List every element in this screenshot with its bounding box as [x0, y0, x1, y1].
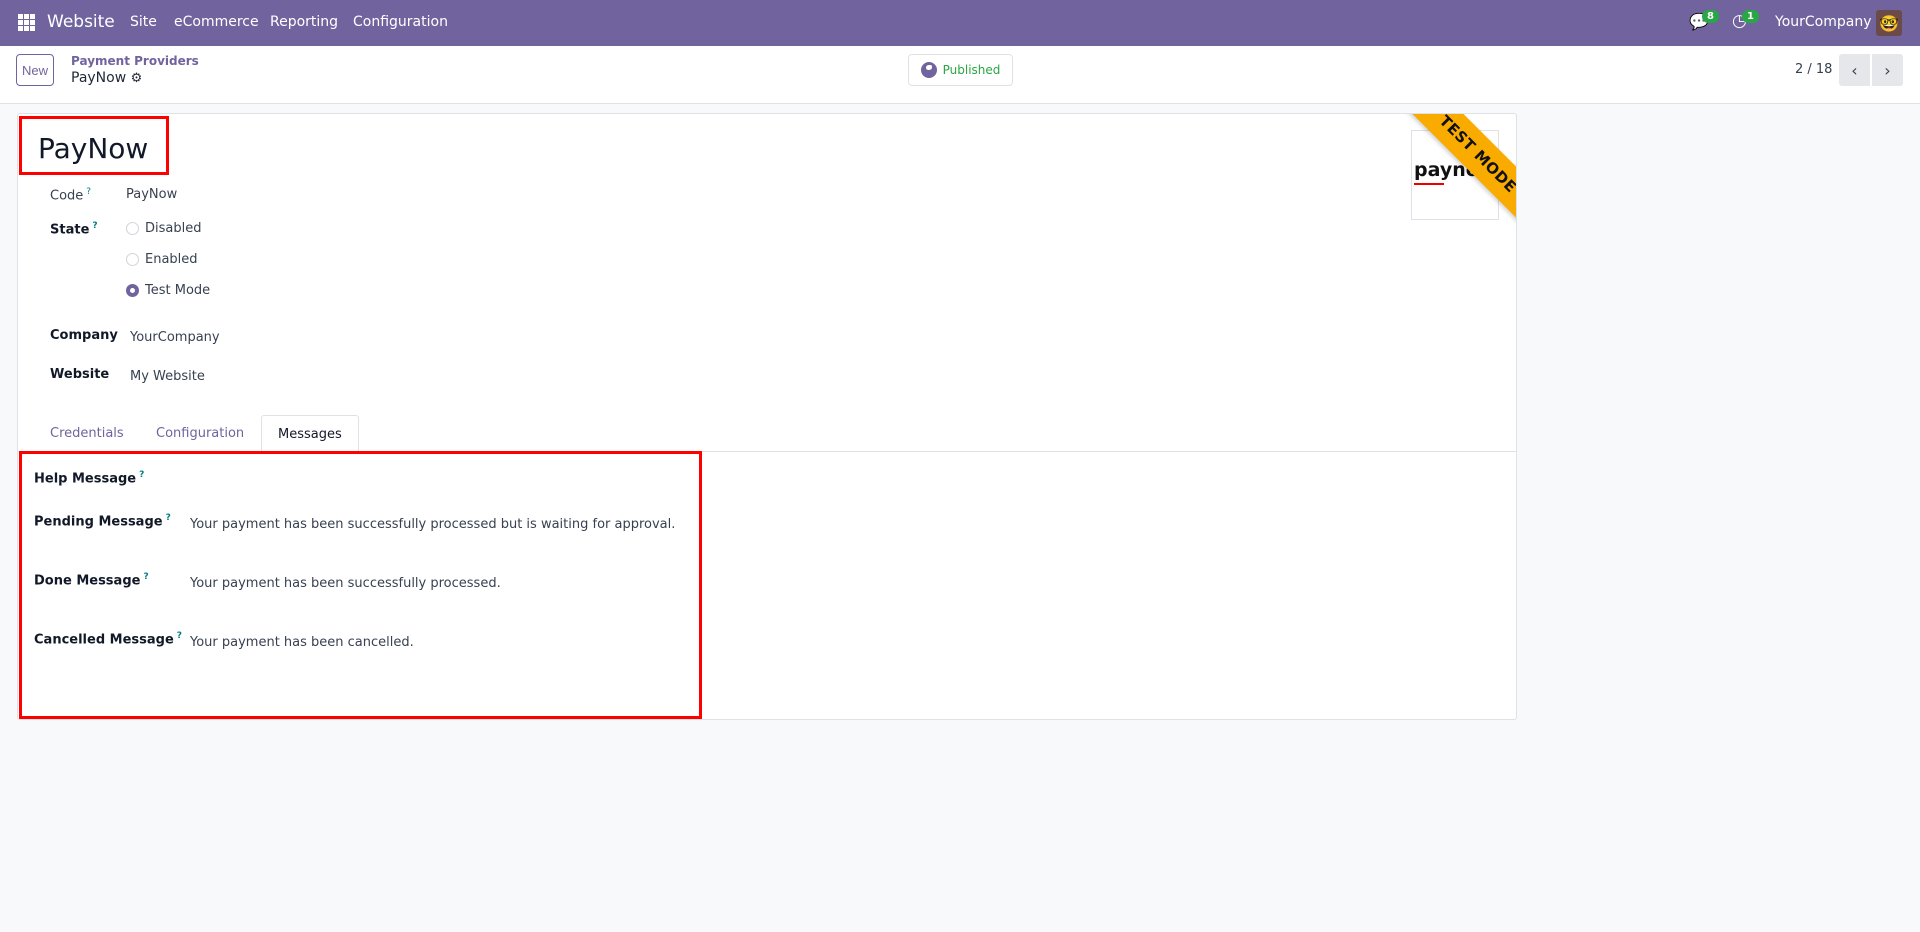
- website-label: Website: [50, 367, 110, 382]
- next-record-button[interactable]: ›: [1872, 54, 1903, 86]
- radio-checked-icon[interactable]: [126, 284, 139, 297]
- control-panel: New Payment Providers PayNow ⚙ Published…: [0, 46, 1920, 104]
- help-icon[interactable]: ?: [139, 470, 144, 480]
- radio-label: Enabled: [145, 252, 198, 267]
- chevron-right-icon: ›: [1884, 60, 1891, 80]
- pending-message-value[interactable]: Your payment has been successfully proce…: [190, 517, 675, 532]
- done-message-label: Done Message?: [34, 572, 149, 588]
- pending-message-label: Pending Message?: [34, 513, 171, 529]
- label-text: Pending Message: [34, 514, 163, 530]
- breadcrumb-current-label: PayNow: [71, 70, 127, 86]
- notebook-tabs: Credentials Configuration Messages: [18, 415, 1516, 453]
- tab-credentials[interactable]: Credentials: [34, 415, 140, 452]
- user-avatar[interactable]: 🤓: [1876, 10, 1902, 36]
- logo-underline: [1414, 183, 1444, 185]
- help-icon[interactable]: ?: [92, 221, 97, 231]
- label-text: Cancelled Message: [34, 632, 174, 648]
- help-icon[interactable]: ?: [86, 187, 91, 197]
- code-label-text: Code: [50, 188, 84, 204]
- label-text: Help Message: [34, 471, 137, 487]
- messages-badge: 8: [1702, 10, 1719, 23]
- tab-configuration[interactable]: Configuration: [140, 415, 260, 452]
- state-radio-enabled[interactable]: Enabled: [126, 252, 198, 267]
- previous-record-button[interactable]: ‹: [1839, 54, 1870, 86]
- state-label: State?: [50, 221, 98, 237]
- app-name[interactable]: Website: [47, 12, 115, 32]
- breadcrumb-current: PayNow ⚙: [71, 70, 142, 86]
- state-radio-test-mode[interactable]: Test Mode: [126, 283, 210, 298]
- cancelled-message-value[interactable]: Your payment has been cancelled.: [190, 635, 414, 650]
- done-message-value[interactable]: Your payment has been successfully proce…: [190, 576, 501, 591]
- menu-configuration[interactable]: Configuration: [353, 14, 448, 30]
- published-label: Published: [942, 63, 1001, 77]
- menu-ecommerce[interactable]: eCommerce: [174, 14, 259, 30]
- gear-icon[interactable]: ⚙: [131, 71, 143, 86]
- label-text: Done Message: [34, 573, 141, 589]
- help-icon[interactable]: ?: [177, 631, 182, 641]
- apps-menu-icon[interactable]: [18, 14, 35, 31]
- company-label: Company: [50, 328, 118, 343]
- radio-label: Disabled: [145, 221, 202, 236]
- top-navbar: Website Site eCommerce Reporting Configu…: [0, 0, 1920, 46]
- cancelled-message-label: Cancelled Message?: [34, 631, 182, 647]
- website-value[interactable]: My Website: [130, 369, 205, 384]
- published-button[interactable]: Published: [908, 54, 1013, 86]
- company-switcher[interactable]: YourCompany: [1775, 14, 1872, 30]
- form-sheet: paynow TEST MODE PayNow Code? PayNow Sta…: [17, 113, 1517, 720]
- radio-label: Test Mode: [145, 283, 211, 298]
- state-radio-disabled[interactable]: Disabled: [126, 221, 201, 236]
- code-label: Code?: [50, 187, 91, 203]
- help-icon[interactable]: ?: [143, 572, 148, 582]
- chevron-left-icon: ‹: [1851, 60, 1858, 80]
- help-message-label: Help Message?: [34, 470, 144, 486]
- menu-site[interactable]: Site: [130, 14, 157, 30]
- pager-value[interactable]: 2 / 18: [1795, 62, 1832, 77]
- help-icon[interactable]: ?: [166, 513, 171, 523]
- radio-icon[interactable]: [126, 222, 139, 235]
- code-value: PayNow: [126, 187, 178, 202]
- activities-badge: 1: [1742, 10, 1759, 23]
- provider-name[interactable]: PayNow: [38, 132, 148, 165]
- globe-icon: [920, 62, 937, 78]
- menu-reporting[interactable]: Reporting: [270, 14, 338, 30]
- company-value[interactable]: YourCompany: [130, 330, 220, 345]
- tab-messages[interactable]: Messages: [261, 415, 359, 453]
- breadcrumb-parent[interactable]: Payment Providers: [71, 54, 199, 68]
- state-label-text: State: [50, 222, 90, 238]
- new-button[interactable]: New: [16, 54, 54, 86]
- radio-icon[interactable]: [126, 253, 139, 266]
